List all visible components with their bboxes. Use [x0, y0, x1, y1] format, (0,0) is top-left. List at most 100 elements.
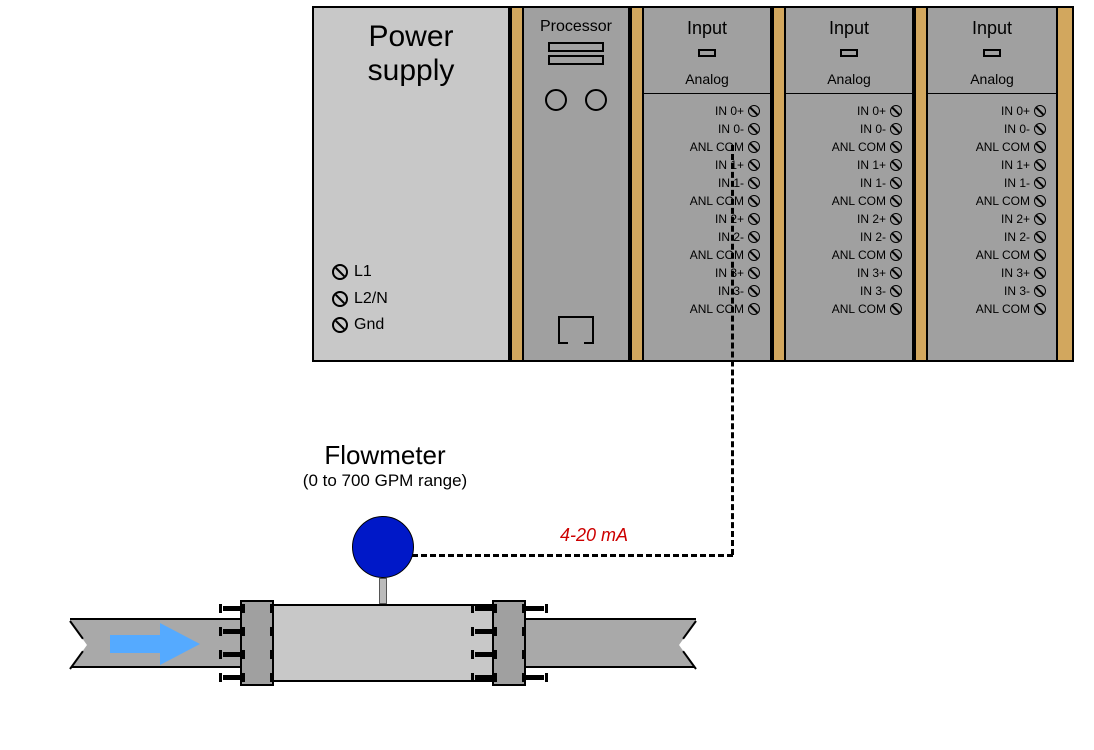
terminal-screw-icon	[890, 177, 902, 189]
terminal-screw-icon	[1034, 159, 1046, 171]
terminal-screw-icon	[748, 123, 760, 135]
terminal-label: IN 2+	[857, 212, 886, 226]
terminal-row: IN 1+	[928, 156, 1052, 174]
input-module-subtitle: Analog	[644, 71, 770, 87]
terminal-label: IN 1+	[1001, 158, 1030, 172]
terminal-screw-icon	[890, 231, 902, 243]
pipe-right	[526, 618, 696, 668]
terminal-row: IN 0+	[928, 102, 1052, 120]
led-icon	[698, 49, 716, 57]
signal-label: 4-20 mA	[560, 525, 628, 546]
terminal-label: IN 3+	[715, 266, 744, 280]
terminal-row: IN 1-	[644, 174, 766, 192]
terminal-screw-icon	[890, 213, 902, 225]
terminal-row: ANL COM	[644, 246, 766, 264]
terminal-label: IN 1-	[1004, 176, 1030, 190]
input-module-3: InputAnalogIN 0+IN 0-ANL COMIN 1+IN 1-AN…	[928, 8, 1056, 360]
input-module-1: Input Analog IN 0+ IN 0- ANL COM IN 1+IN 1- AN…	[644, 8, 772, 360]
terminal-l1-label: L1	[354, 263, 372, 280]
terminal-label: ANL COM	[832, 140, 886, 154]
terminal-screw-icon	[748, 249, 760, 261]
input-module-title: Input	[644, 18, 770, 39]
flowmeter-title: Flowmeter	[235, 440, 535, 471]
terminal-label: IN 0+	[857, 104, 886, 118]
flange-bolts	[223, 606, 241, 680]
terminal-row: IN 2+	[786, 210, 908, 228]
rack-divider	[630, 8, 644, 360]
terminal-label: ANL COM	[690, 302, 744, 316]
flowmeter-sensor-icon	[352, 516, 414, 578]
terminal-screw-icon	[1034, 303, 1046, 315]
terminal-row: IN 3-	[644, 282, 766, 300]
terminal-row: IN 1-	[786, 174, 908, 192]
processor-slot-icon	[548, 55, 604, 65]
rack-divider	[510, 8, 524, 360]
terminal-row: IN 0-	[644, 120, 766, 138]
terminal-screw-icon	[890, 249, 902, 261]
terminal-row: IN 2-	[786, 228, 908, 246]
flowmeter-title-block: Flowmeter (0 to 700 GPM range)	[235, 440, 535, 491]
input-module-subtitle: Analog	[786, 71, 912, 87]
terminal-screw-icon	[1034, 141, 1046, 153]
terminal-label: IN 0-	[718, 122, 744, 136]
terminal-screw-icon	[332, 317, 348, 333]
terminal-row: ANL COM	[928, 246, 1052, 264]
terminal-screw-icon	[1034, 177, 1046, 189]
status-led-icon	[585, 89, 607, 111]
terminal-row: IN 1+	[644, 156, 766, 174]
terminal-row: IN 0+	[644, 102, 766, 120]
terminal-l2n-label: L2/N	[354, 290, 388, 307]
terminal-label: ANL COM	[976, 302, 1030, 316]
terminal-screw-icon	[890, 141, 902, 153]
terminal-label: ANL COM	[690, 194, 744, 208]
terminal-row: ANL COM	[644, 192, 766, 210]
terminal-label: IN 2+	[715, 212, 744, 226]
terminal-row: IN 3-	[786, 282, 908, 300]
power-supply-terminals: L1 L2/N Gnd	[332, 263, 388, 342]
terminal-screw-icon	[748, 141, 760, 153]
terminal-row: ANL COM	[786, 192, 908, 210]
led-icon	[983, 49, 1001, 57]
flow-arrow-icon	[110, 623, 200, 665]
rack-divider	[772, 8, 786, 360]
terminal-label: ANL COM	[832, 248, 886, 262]
terminal-screw-icon	[890, 105, 902, 117]
flange-left	[240, 600, 274, 686]
terminal-row: ANL COM	[644, 138, 766, 156]
terminal-row: IN 2-	[644, 228, 766, 246]
terminal-label: IN 3+	[857, 266, 886, 280]
terminal-screw-icon	[1034, 231, 1046, 243]
terminal-label: ANL COM	[690, 140, 744, 154]
flange-right	[492, 600, 526, 686]
processor-title: Processor	[524, 18, 628, 36]
plc-flowmeter-diagram: Power supply L1 L2/N Gnd Processor	[0, 0, 1094, 750]
input-module-title: Input	[786, 18, 912, 39]
terminal-row: ANL COM	[928, 138, 1052, 156]
terminal-screw-icon	[890, 267, 902, 279]
terminal-screw-icon	[1034, 195, 1046, 207]
signal-wire-vertical	[731, 145, 734, 555]
terminal-screw-icon	[1034, 267, 1046, 279]
processor-slot-icon	[548, 42, 604, 52]
terminal-row: IN 3+	[644, 264, 766, 282]
input-module-title: Input	[928, 18, 1056, 39]
terminal-screw-icon	[890, 195, 902, 207]
terminal-screw-icon	[748, 303, 760, 315]
terminal-row: ANL COM	[644, 300, 766, 318]
power-supply-module: Power supply L1 L2/N Gnd	[314, 8, 510, 360]
terminal-row: ANL COM	[786, 300, 908, 318]
terminal-screw-icon	[1034, 105, 1046, 117]
flowmeter-body	[274, 604, 492, 682]
rack-end	[1056, 8, 1072, 360]
terminal-screw-icon	[1034, 285, 1046, 297]
terminal-label: IN 0+	[715, 104, 744, 118]
terminal-label: IN 0-	[1004, 122, 1030, 136]
terminal-label: IN 2-	[860, 230, 886, 244]
status-led-icon	[545, 89, 567, 111]
terminal-row: ANL COM	[786, 138, 908, 156]
terminal-screw-icon	[748, 231, 760, 243]
terminal-screw-icon	[748, 159, 760, 171]
terminal-label: IN 3+	[1001, 266, 1030, 280]
terminal-screw-icon	[890, 159, 902, 171]
terminal-row: IN 3+	[928, 264, 1052, 282]
